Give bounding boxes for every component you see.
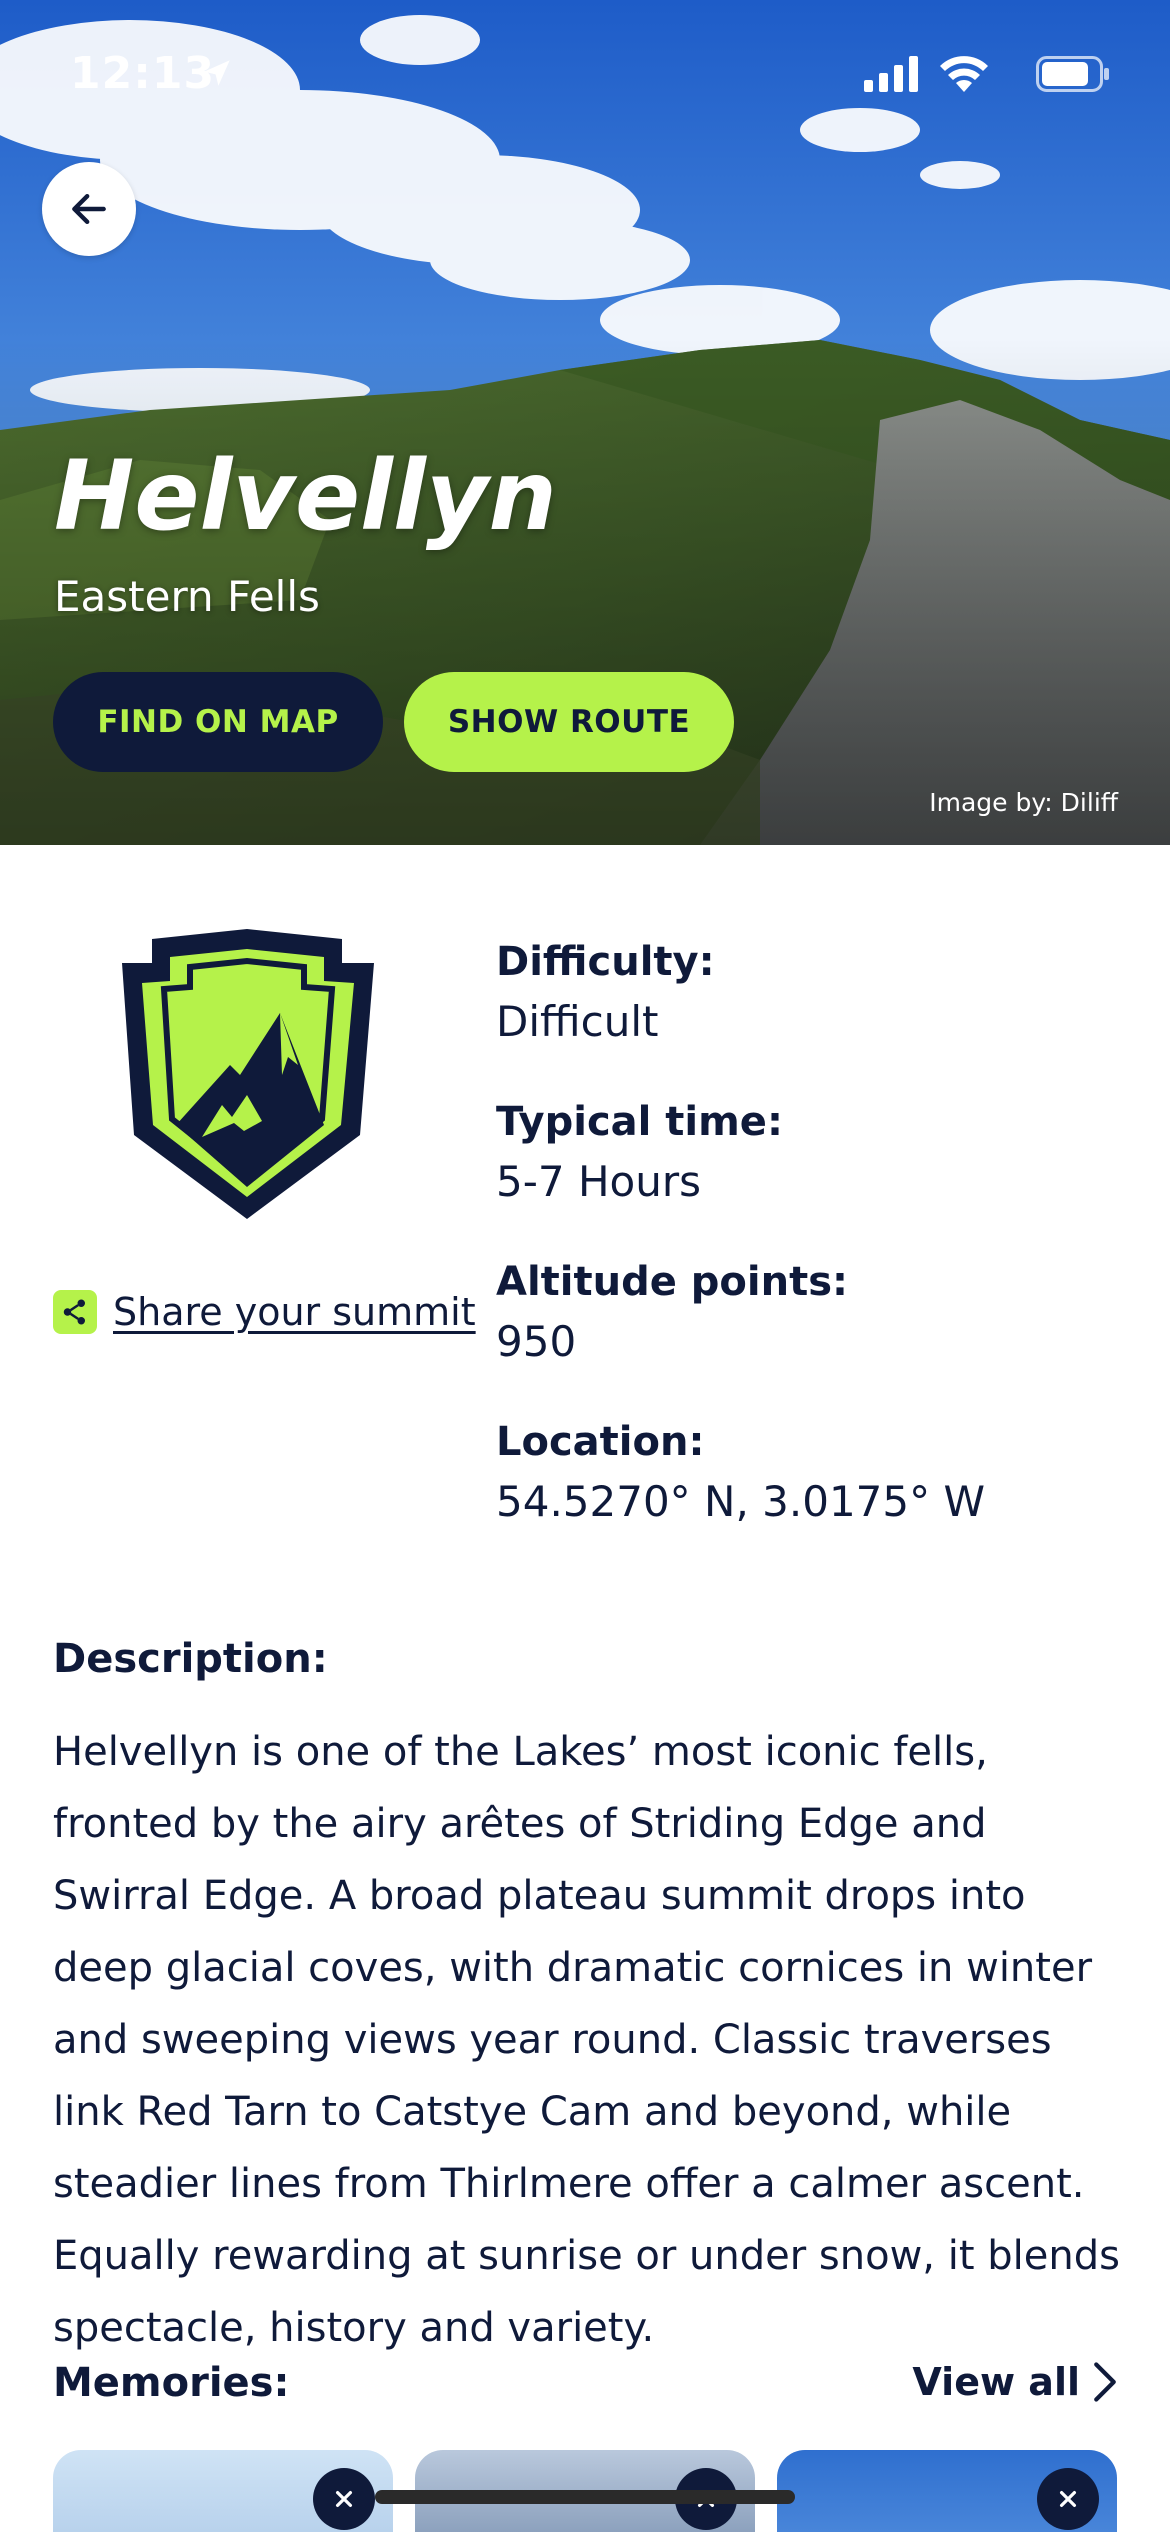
- fact-label: Difficulty:: [496, 939, 715, 985]
- close-icon: [1059, 2490, 1077, 2508]
- memories-heading: Memories:: [53, 2360, 290, 2406]
- chevron-right-icon: [1094, 2362, 1116, 2402]
- show-route-button[interactable]: SHOW ROUTE: [404, 672, 734, 772]
- remove-memory-button[interactable]: [1037, 2468, 1099, 2530]
- fact-label: Location:: [496, 1419, 705, 1465]
- back-arrow-icon: [72, 193, 106, 225]
- memory-thumbnail[interactable]: [777, 2450, 1117, 2532]
- fact-value: 950: [496, 1317, 577, 1366]
- view-all-label: View all: [912, 2360, 1080, 2404]
- location-arrow-icon: [204, 60, 230, 86]
- fact-typical-time: Typical time: 5-7 Hours: [496, 1092, 1136, 1252]
- page-title: Helvellyn: [54, 440, 557, 552]
- description-text: Helvellyn is one of the Lakes’ most icon…: [53, 1729, 1120, 2351]
- status-time: 12:13: [70, 48, 216, 99]
- view-all-link[interactable]: View all: [912, 2360, 1118, 2404]
- find-on-map-button[interactable]: FIND ON MAP: [53, 672, 383, 772]
- fact-difficulty: Difficulty: Difficult: [496, 932, 1136, 1092]
- image-credit: Image by: Diliff: [929, 788, 1118, 817]
- close-icon: [335, 2490, 353, 2508]
- fact-label: Typical time:: [496, 1099, 783, 1145]
- hero-banner: 12:13 Helvellyn Eastern Fells FIND ON MA…: [0, 0, 1170, 845]
- home-indicator[interactable]: [375, 2490, 795, 2504]
- status-bar: 12:13: [70, 48, 1110, 99]
- signal-icon: [864, 56, 918, 92]
- fact-label: Altitude points:: [496, 1259, 849, 1305]
- description-heading: Description:: [53, 1636, 328, 1682]
- back-button[interactable]: [42, 162, 136, 256]
- share-summit-label: Share your summit: [113, 1290, 476, 1334]
- share-icon: [53, 1290, 97, 1334]
- fell-facts: Difficulty: Difficult Typical time: 5-7 …: [496, 932, 1136, 1572]
- wifi-icon: [940, 56, 988, 92]
- memory-thumbnail[interactable]: [53, 2450, 393, 2532]
- page-subtitle: Eastern Fells: [54, 572, 320, 621]
- remove-memory-button[interactable]: [313, 2468, 375, 2530]
- fact-value: 54.5270° N, 3.0175° W: [496, 1477, 985, 1526]
- fact-value: 5-7 Hours: [496, 1157, 701, 1206]
- battery-icon: [1036, 56, 1109, 92]
- summit-badge-icon: [122, 929, 374, 1219]
- fact-location: Location: 54.5270° N, 3.0175° W: [496, 1412, 1136, 1572]
- fact-value: Difficult: [496, 997, 659, 1046]
- fact-altitude-points: Altitude points: 950: [496, 1252, 1136, 1412]
- share-summit-link[interactable]: Share your summit: [53, 1290, 476, 1334]
